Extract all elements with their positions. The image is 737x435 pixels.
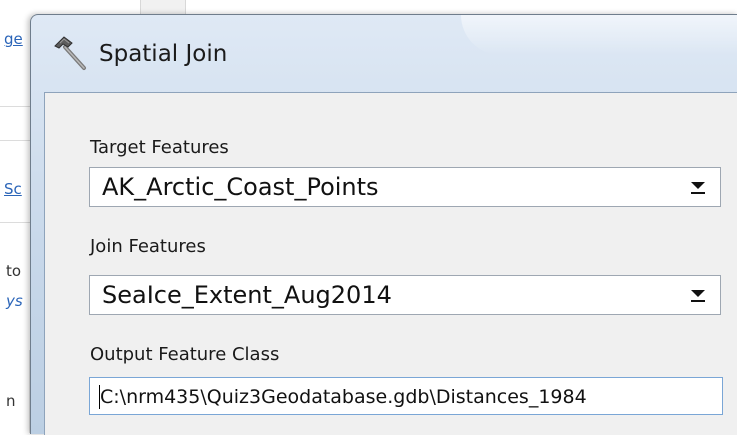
- spatial-join-dialog: Spatial Join Target Features AK_Arctic_C…: [30, 14, 737, 435]
- output-feature-class-label: Output Feature Class: [90, 344, 280, 365]
- dropdown-arrow-icon[interactable]: [676, 168, 720, 206]
- text-caret: [99, 385, 100, 409]
- dialog-titlebar[interactable]: Spatial Join: [31, 15, 737, 91]
- join-features-combobox[interactable]: SeaIce_Extent_Aug2014: [89, 275, 721, 315]
- output-feature-class-input[interactable]: C:\nrm435\Quiz3Geodatabase.gdb\Distances…: [89, 377, 723, 415]
- join-features-value: SeaIce_Extent_Aug2014: [102, 281, 392, 309]
- background-divider: [0, 106, 32, 107]
- output-feature-class-value: C:\nrm435\Quiz3Geodatabase.gdb\Distances…: [100, 386, 587, 408]
- target-features-value: AK_Arctic_Coast_Points: [102, 173, 379, 201]
- background-text: to: [6, 262, 22, 280]
- background-text: n: [6, 392, 16, 410]
- target-features-combobox[interactable]: AK_Arctic_Coast_Points: [89, 167, 721, 207]
- background-link-2[interactable]: Sc: [4, 180, 22, 198]
- dropdown-arrow-icon[interactable]: [676, 276, 720, 314]
- join-features-label: Join Features: [90, 236, 206, 257]
- background-tab[interactable]: [140, 0, 186, 15]
- background-text: ys: [6, 292, 23, 310]
- hammer-icon: [51, 33, 91, 73]
- target-features-label: Target Features: [90, 137, 229, 158]
- dialog-client-area: Target Features AK_Arctic_Coast_Points J…: [44, 92, 737, 435]
- background-divider: [0, 222, 32, 223]
- background-divider: [0, 140, 32, 141]
- dialog-title: Spatial Join: [99, 41, 228, 67]
- background-link-1[interactable]: ge: [4, 30, 23, 48]
